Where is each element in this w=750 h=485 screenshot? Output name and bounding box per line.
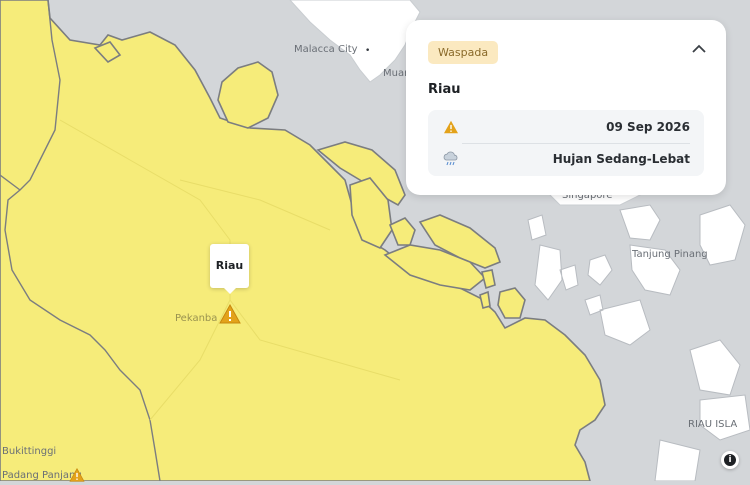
map-label-riau-islands: RIAU ISLA (688, 419, 738, 430)
region-tooltip: Riau (210, 244, 249, 294)
map-label-malacca: Malacca City (294, 44, 358, 55)
warning-triangle-icon (442, 118, 460, 136)
city-dot: • (365, 46, 371, 56)
card-region-title: Riau (428, 82, 461, 97)
warning-triangle-icon[interactable] (219, 304, 241, 324)
warning-triangle-icon[interactable] (69, 468, 85, 482)
tooltip-label: Riau (215, 259, 244, 272)
map-label-muar: Muar (383, 68, 409, 79)
map-label-bukittinggi: Bukittinggi (2, 446, 57, 457)
forecast-date-row: 09 Sep 2026 (428, 112, 704, 142)
forecast-weather-row: Hujan Sedang-Lebat (428, 144, 704, 174)
forecast-weather: Hujan Sedang-Lebat (552, 152, 690, 166)
info-icon: i (724, 454, 736, 466)
warning-level-badge: Waspada (428, 41, 499, 64)
info-card: Waspada Riau 09 Sep 2026 Hujan Sedang-Le… (406, 20, 726, 195)
forecast-box: 09 Sep 2026 Hujan Sedang-Lebat (428, 110, 704, 176)
map-label-tanjung-pinang: Tanjung Pinang (632, 249, 708, 260)
chevron-up-icon[interactable] (692, 44, 706, 54)
cloud-rain-icon (442, 150, 460, 168)
info-button[interactable]: i (721, 451, 739, 469)
forecast-date: 09 Sep 2026 (606, 120, 690, 134)
map-label-pekanbaru: Pekanba (175, 313, 218, 324)
